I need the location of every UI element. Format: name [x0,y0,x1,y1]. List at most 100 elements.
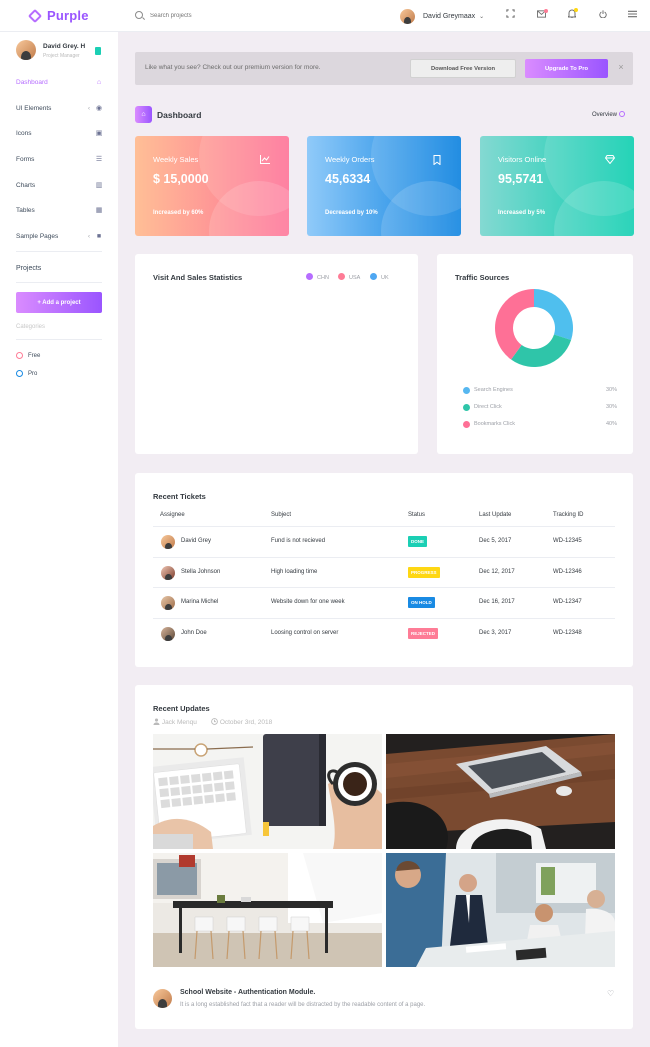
avatar [161,535,175,549]
sidebar-item-icons[interactable]: Icons ▣ [16,128,104,140]
profile-name: David Greymaax [423,12,476,20]
desk-keyboard-photo[interactable] [153,734,382,849]
sidebar-item-label: Tables [16,207,35,214]
sidebar-item-label: Forms [16,156,35,163]
bookmark-icon [431,155,443,167]
sidebar-item-forms[interactable]: Forms ☰ [16,154,104,166]
sidebar-item-label: Dashboard [16,79,48,86]
post-date: October 3rd, 2018 [219,719,273,726]
profile-dropdown[interactable]: David Greymaax ⌄ [400,8,484,24]
column-header: Status [408,512,426,518]
visit-sales-card: Visit And Sales Statistics CHN USA UK [135,254,418,454]
traffic-label: Direct Click [474,404,502,410]
post-title: School Website - Authentication Module. [180,989,316,996]
categories-heading: Categories [16,324,46,330]
table-row[interactable]: Stella Johnson High loading time PROGRESS D… [153,557,615,587]
info-icon [619,111,625,117]
search-input[interactable] [150,10,350,22]
assignee-name: Marina Michel [181,599,219,605]
laptop-desk-photo[interactable] [386,734,615,849]
legend-swatch [463,421,470,428]
sidebar-item-dashboard[interactable]: Dashboard ⌂ [16,77,104,89]
menu-icon[interactable] [626,9,638,21]
table-row[interactable]: David Grey Fund is not recieved DONE Dec 5,… [153,526,615,556]
last-update: Dec 16, 2017 [479,599,515,605]
divider [16,251,102,252]
traffic-item: Bookmarks Click 40% [463,419,617,429]
recent-updates-card: Recent Updates Jack Menqu October 3rd, 2… [135,685,633,1029]
circle-icon [16,352,23,359]
close-icon[interactable]: × [616,62,626,72]
card-title: Visit And Sales Statistics [153,273,243,282]
sidebar-item-sample-pages[interactable]: Sample Pages ‹ ■ [16,231,104,243]
legend-usa: USA [338,273,360,281]
eye-icon: ◉ [95,105,103,112]
profile-name: David Grey. H [43,43,86,50]
category-pro[interactable]: Pro [16,369,37,379]
traffic-value: 40% [605,421,617,427]
business-meeting-photo[interactable] [386,853,615,967]
avatar [16,40,36,60]
avatar [153,989,172,1008]
avatar [161,596,175,610]
power-icon[interactable] [597,9,609,21]
status-badge: PROGRESS [408,567,440,578]
promo-banner: Like what you see? Check out our premium… [135,52,633,85]
legend-uk: UK [370,273,389,281]
fullscreen-icon[interactable] [504,9,516,21]
chevron-left-icon: ‹ [88,106,90,112]
weekly-orders-card: Weekly Orders 45,6334 Decreased by 10% [307,136,461,236]
avatar [161,627,175,641]
post-text: It is a long established fact that a rea… [180,1002,426,1008]
divider [16,339,102,340]
legend-swatch [370,273,377,280]
chart-bar-icon: ▥ [95,182,103,189]
upgrade-pro-button[interactable]: Upgrade To Pro [525,59,608,78]
heart-icon[interactable]: ♡ [607,989,614,998]
download-free-button[interactable]: Download Free Version [410,59,516,78]
date-meta: October 3rd, 2018 [211,718,272,726]
dining-room-photo[interactable] [153,853,382,967]
donut-slice-search-engines [534,289,573,341]
traffic-label: Bookmarks Click [474,421,515,427]
overview-link[interactable]: Overview [592,111,625,118]
chevron-down-icon: ⌄ [479,13,485,20]
sidebar-item-charts[interactable]: Charts ▥ [16,180,104,192]
assignee-name: Stella Johnson [181,569,221,575]
sidebar-item-label: Icons [16,130,32,137]
ticket-subject: High loading time [271,569,318,575]
sidebar-profile[interactable]: David Grey. H Project Manager [16,40,116,68]
lock-icon: ■ [96,233,102,240]
card-title: Recent Updates [153,704,210,713]
page-title: Dashboard [157,110,202,120]
column-header: Last Update [479,512,512,518]
list-icon: ☰ [95,156,103,163]
sidebar-item-tables[interactable]: Tables ▦ [16,205,104,217]
bookmark-icon [95,47,101,55]
category-label: Pro [28,371,38,377]
ticket-subject: Website down for one week [271,599,345,605]
last-update: Dec 5, 2017 [479,538,512,544]
stat-value: $ 15,0000 [153,172,209,186]
stat-label: Weekly Sales [153,155,199,164]
table-row[interactable]: John Doe Loosing control on server REJECTE… [153,618,615,648]
table-row[interactable]: Marina Michel Website down for one week ON… [153,587,615,617]
add-project-button[interactable]: + Add a project [16,292,102,313]
sidebar-item-ui-elements[interactable]: UI Elements ‹ ◉ [16,103,104,115]
category-free[interactable]: Free [16,351,40,361]
sidebar-item-label: UI Elements [16,105,52,112]
traffic-label: Search Engines [474,387,513,393]
contacts-icon: ▣ [95,130,103,137]
legend-swatch [338,273,345,280]
clock-icon [211,718,218,725]
column-header: Assignee [160,512,185,518]
purple-logo-icon [27,8,43,24]
stat-value: 95,5741 [498,172,544,186]
stat-change: Increased by 5% [498,210,546,216]
stat-label: Visitors Online [498,155,547,164]
overview-label: Overview [591,112,617,118]
circle-icon [16,370,23,377]
status-badge: ON HOLD [408,597,435,608]
brand-logo[interactable]: Purple [27,8,89,24]
column-header: Tracking ID [553,512,584,518]
